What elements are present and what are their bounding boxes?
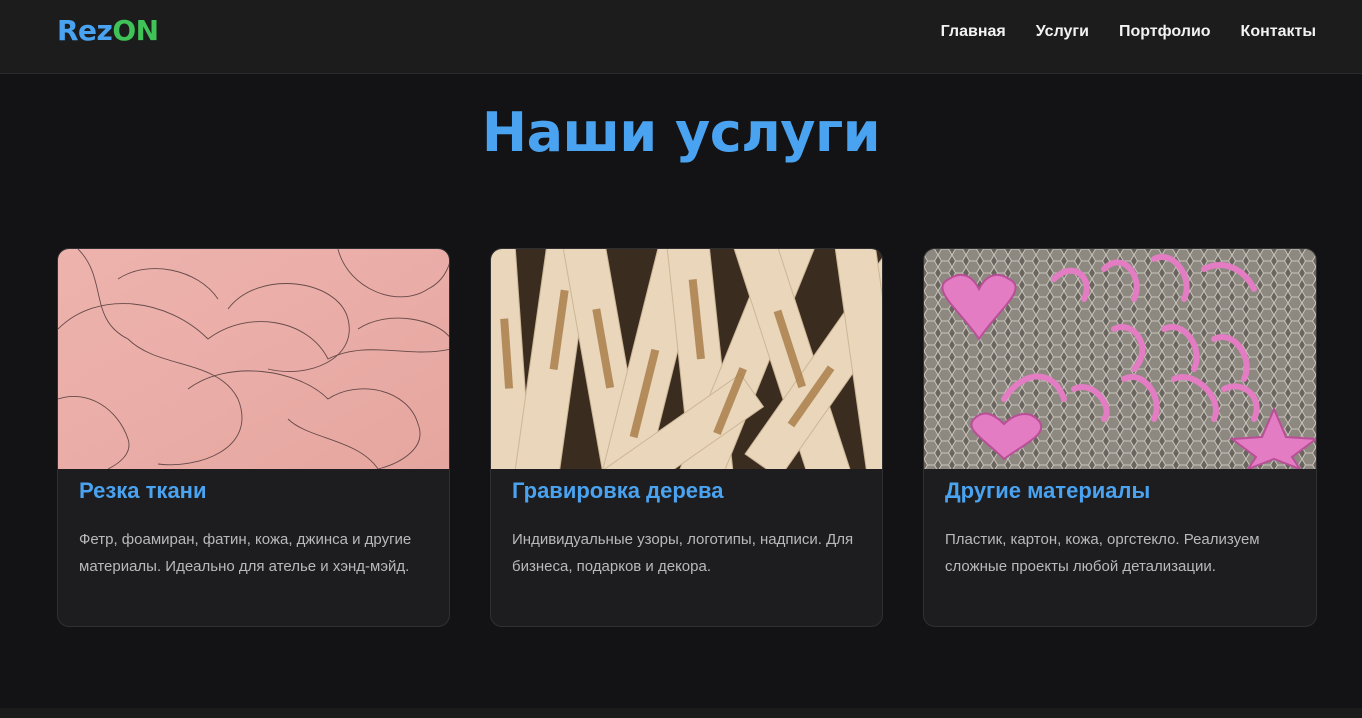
card-description: Индивидуальные узоры, логотипы, надписи.… (512, 531, 854, 575)
card-title: Другие материалы (945, 478, 1151, 503)
nav-link-contacts[interactable]: Контакты (1241, 22, 1316, 42)
logo-part-rez: Rez (57, 14, 113, 47)
service-card-fabric-cutting[interactable]: Резка ткани Фетр, фоамиран, фатин, кожа,… (57, 248, 450, 627)
wood-image (491, 249, 882, 469)
service-card-other-materials[interactable]: Другие материалы Пластик, картон, кожа, … (923, 248, 1317, 627)
page-title: Наши услуги (481, 101, 881, 164)
card-description: Пластик, картон, кожа, оргстекло. Реализ… (945, 531, 1260, 575)
acrylic-image (924, 249, 1316, 469)
logo-part-on: ON (112, 14, 159, 47)
site-header: RezON Главная Услуги Портфолио Контакты (0, 0, 1362, 74)
nav-link-portfolio[interactable]: Портфолио (1119, 22, 1211, 42)
service-card-wood-engraving[interactable]: Гравировка дерева Индивидуальные узоры, … (490, 248, 883, 627)
fabric-image (58, 249, 449, 469)
footer-strip (0, 708, 1362, 718)
nav-link-services[interactable]: Услуги (1036, 22, 1089, 42)
logo[interactable]: RezON (57, 14, 159, 47)
card-description: Фетр, фоамиран, фатин, кожа, джинса и др… (79, 531, 412, 575)
card-title: Гравировка дерева (512, 478, 724, 503)
main-nav: Главная Услуги Портфолио Контакты (941, 22, 1316, 42)
nav-link-home[interactable]: Главная (941, 22, 1006, 42)
card-title: Резка ткани (79, 478, 207, 503)
